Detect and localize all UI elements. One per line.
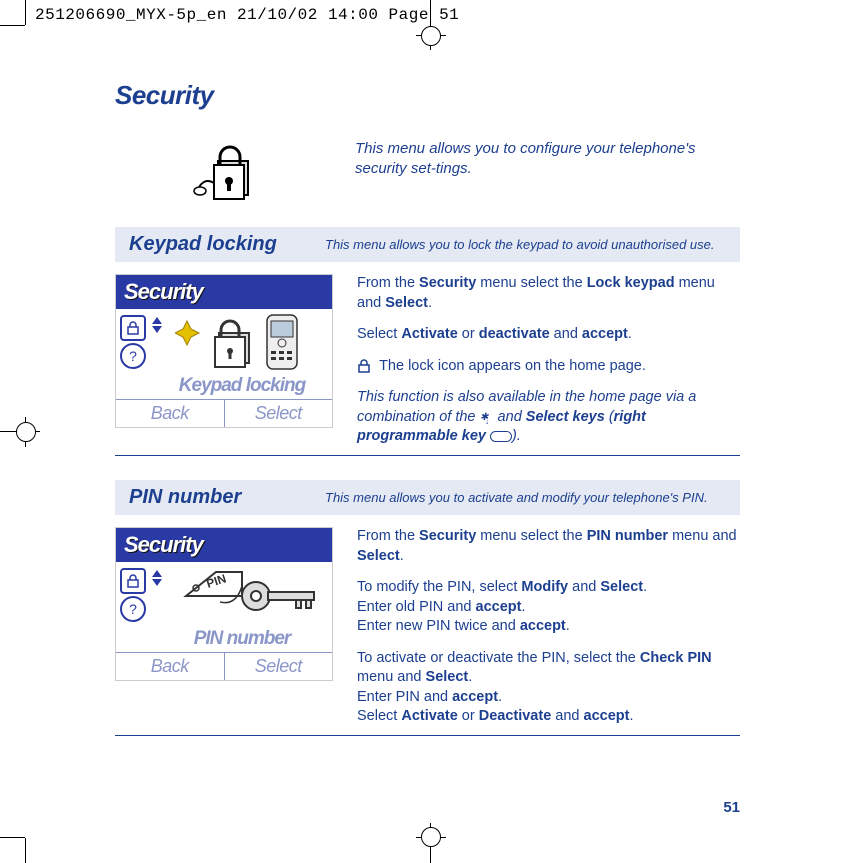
body-text: From the Security menu select the Lock k… [357, 274, 740, 313]
softkey-back: Back [116, 400, 225, 427]
page-number: 51 [723, 799, 740, 816]
section-header-pin-number: PIN number This menu allows you to activ… [115, 480, 740, 515]
document-meta-header: 251206690_MYX-5p_en 21/10/02 14:00 Page … [35, 6, 459, 24]
crop-mark [25, 0, 26, 25]
phone-side-help-icon: ? [120, 343, 146, 369]
intro-text: This menu allows you to configure your t… [335, 139, 740, 178]
crop-mark [25, 838, 26, 863]
intro-row: This menu allows you to configure your t… [115, 139, 740, 203]
padlock-icon [115, 139, 335, 203]
section-1-text: From the Security menu select the Lock k… [335, 274, 740, 447]
section-2-content: Security ? [115, 527, 740, 727]
phone-art-pin-key: PIN [176, 566, 326, 624]
note-lock-icon: The lock icon appears on the home page. [357, 357, 740, 377]
body-text: Select Activate or deactivate and accept… [357, 325, 740, 345]
phone-titlebar: Security [116, 275, 332, 309]
oval-key-icon [490, 431, 512, 442]
registration-mark [421, 26, 441, 46]
section-desc: This menu allows you to lock the keypad … [325, 237, 730, 253]
crop-mark [0, 837, 25, 838]
phone-side-lock-icon [120, 315, 146, 341]
lock-icon [357, 359, 371, 373]
section-1-content: Security ? [115, 274, 740, 447]
softkey-back: Back [116, 653, 225, 680]
body-text: To activate or deactivate the PIN, selec… [357, 649, 740, 727]
star-key-icon: ✱↓ [480, 410, 494, 424]
section-title: PIN number [115, 480, 325, 515]
divider [115, 735, 740, 736]
softkey-select: Select [225, 400, 333, 427]
phone-art-lock [164, 313, 326, 371]
phone-softkeys: Back Select [116, 399, 332, 427]
phone-menu-label: Keypad locking [156, 375, 328, 397]
section-desc: This menu allows you to activate and mod… [325, 490, 730, 506]
crop-mark [0, 25, 25, 26]
phone-side-lock-icon [120, 568, 146, 594]
registration-mark [421, 827, 441, 847]
page-title: Security [115, 80, 740, 111]
phone-screenshot-keypad: Security ? [115, 274, 333, 428]
phone-softkeys: Back Select [116, 652, 332, 680]
phone-nav-arrows [152, 317, 162, 333]
body-text: To modify the PIN, select Modify and Sel… [357, 578, 740, 637]
svg-text:↓: ↓ [485, 417, 489, 424]
phone-nav-arrows [152, 570, 162, 586]
phone-menu-label: PIN number [156, 628, 328, 650]
phone-screenshot-pin: Security ? [115, 527, 333, 681]
section-title: Keypad locking [115, 227, 325, 262]
section-header-keypad-locking: Keypad locking This menu allows you to l… [115, 227, 740, 262]
softkey-select: Select [225, 653, 333, 680]
registration-mark [16, 422, 36, 442]
section-2-text: From the Security menu select the PIN nu… [335, 527, 740, 727]
phone-titlebar: Security [116, 528, 332, 562]
divider [115, 455, 740, 456]
body-text: From the Security menu select the PIN nu… [357, 527, 740, 566]
phone-side-help-icon: ? [120, 596, 146, 622]
body-note: This function is also available in the h… [357, 388, 740, 447]
page-content: Security This menu allows you to configu… [115, 80, 740, 744]
